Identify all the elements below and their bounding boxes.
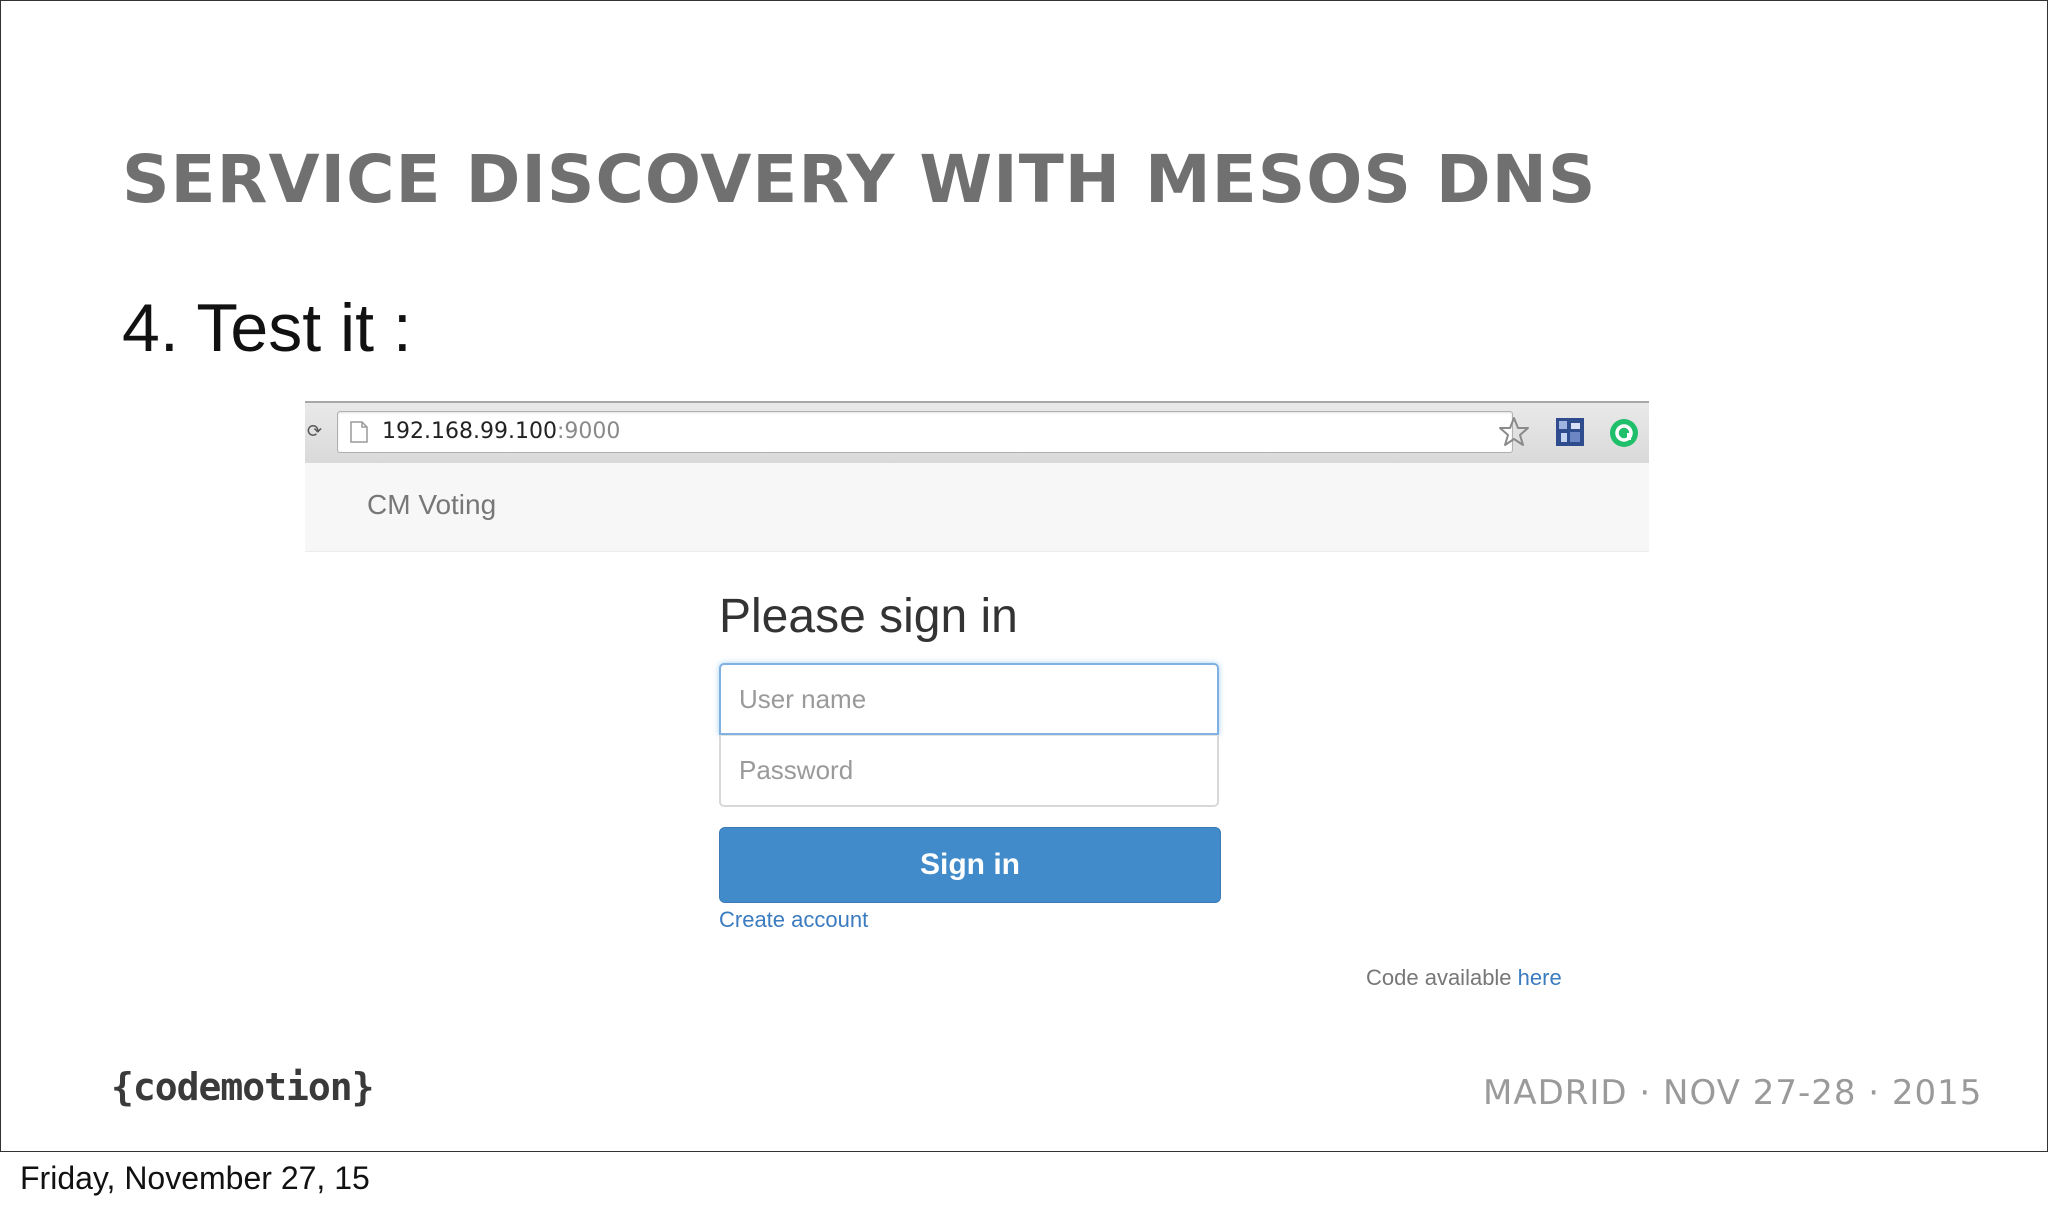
url-host: 192.168.99.100 — [382, 419, 557, 444]
event-info: MADRID · NOV 27-28 · 2015 — [1483, 1073, 1983, 1113]
extension-icon[interactable] — [1555, 417, 1585, 447]
create-account-link[interactable]: Create account — [719, 907, 868, 933]
page-icon — [350, 421, 368, 443]
signin-button[interactable]: Sign in — [719, 827, 1221, 903]
password-input[interactable] — [719, 735, 1219, 807]
codemotion-logo: {codemotion} — [111, 1065, 375, 1109]
address-bar[interactable]: 192.168.99.100:9000 — [337, 411, 1513, 453]
code-here-link[interactable]: here — [1518, 965, 1562, 990]
slide: SERVICE DISCOVERY WITH MESOS DNS 4. Test… — [0, 0, 2048, 1152]
code-available-note: Code available here — [1366, 965, 1562, 991]
brand-link[interactable]: CM Voting — [367, 489, 496, 521]
code-note-text: Code available — [1366, 965, 1512, 990]
slide-title: SERVICE DISCOVERY WITH MESOS DNS — [122, 141, 1597, 218]
url-port: :9000 — [556, 419, 621, 444]
green-circle-icon[interactable] — [1608, 417, 1640, 449]
reload-icon[interactable]: ⟳ — [307, 421, 322, 443]
step-text: 4. Test it : — [122, 290, 412, 366]
browser-toolbar: ⟳ 192.168.99.100:9000 — [305, 401, 1649, 467]
date-caption: Friday, November 27, 15 — [20, 1160, 370, 1196]
username-input[interactable] — [719, 663, 1219, 735]
browser-screenshot: ⟳ 192.168.99.100:9000 CM Voting Please s… — [305, 401, 1649, 1001]
signin-heading: Please sign in — [719, 590, 1018, 643]
app-navbar: CM Voting — [305, 463, 1649, 552]
url-text[interactable]: 192.168.99.100:9000 — [382, 419, 620, 445]
star-icon[interactable] — [1497, 415, 1531, 449]
